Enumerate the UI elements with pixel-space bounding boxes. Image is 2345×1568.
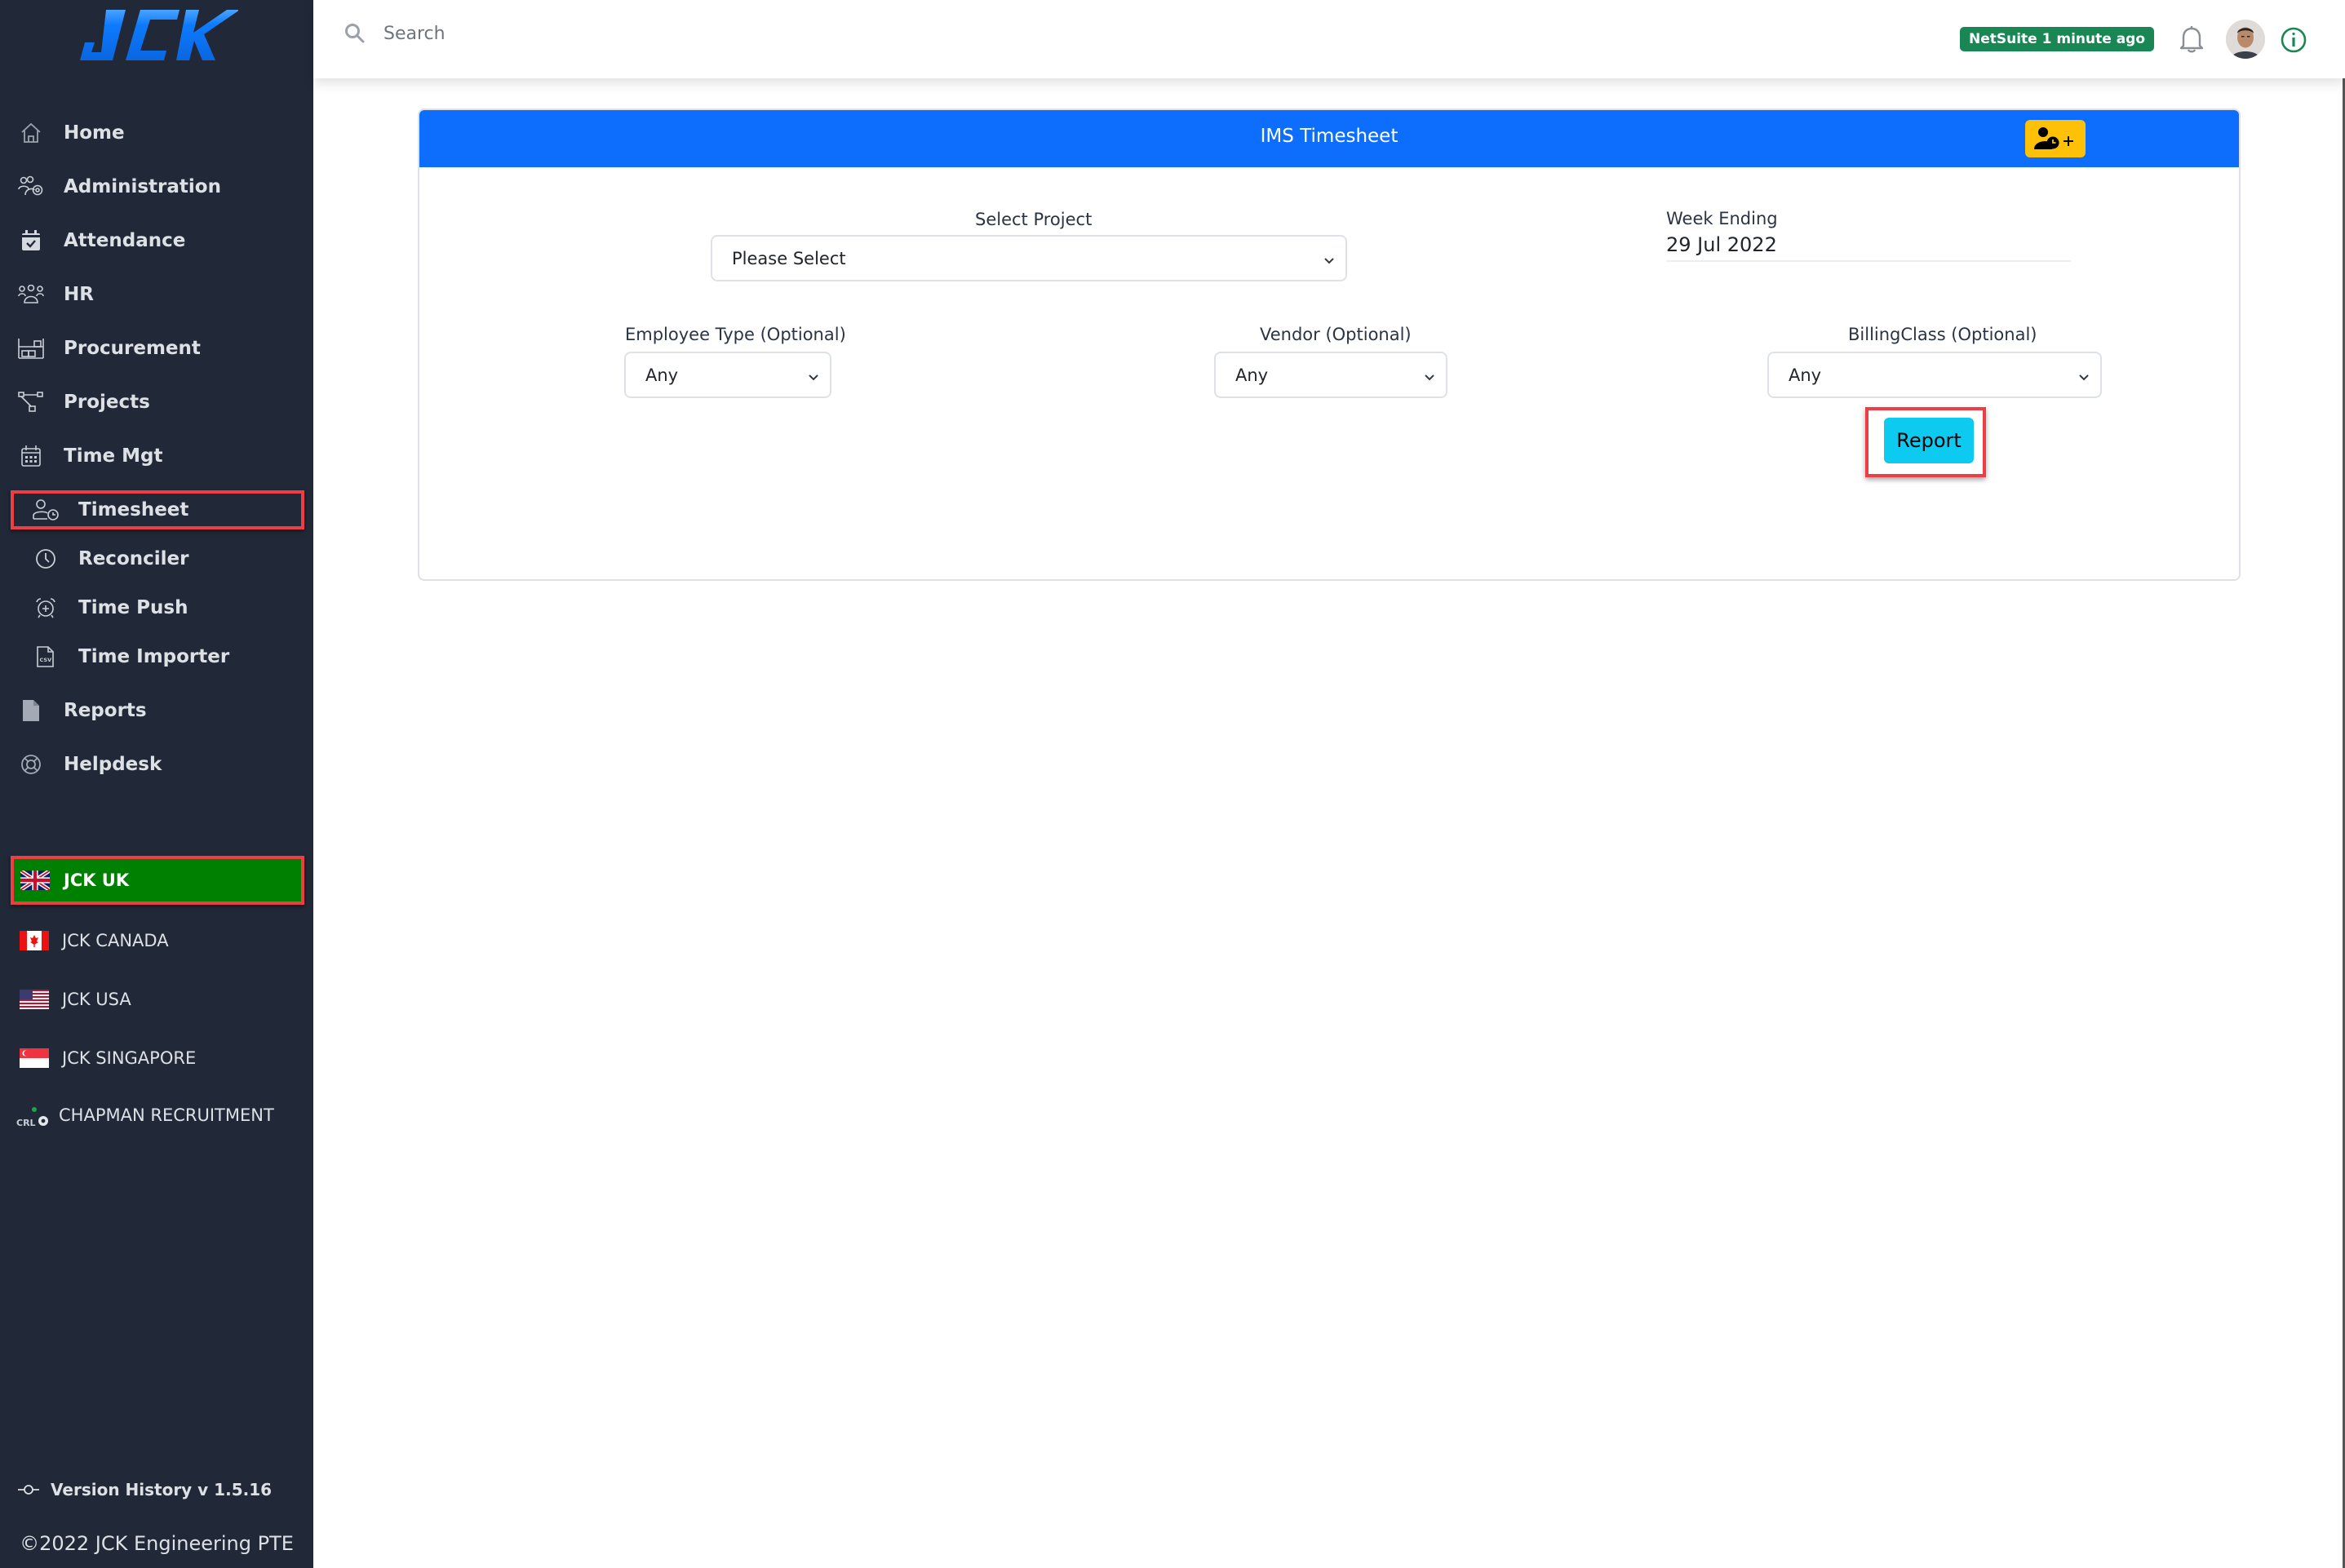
users-gear-icon [18,174,44,200]
clock-icon [33,546,59,572]
sidebar-item-attendance[interactable]: Attendance [0,220,313,261]
sidebar: Home Administration Attendance HR Procur… [0,0,313,1568]
chevron-down-icon [807,368,820,388]
warehouse-icon [18,335,44,361]
sidebar-item-label: Reconciler [78,548,189,569]
sidebar-item-reconciler[interactable]: Reconciler [0,538,313,579]
sidebar-item-label: Timesheet [78,499,189,520]
sidebar-item-label: Home [64,122,125,144]
crl-logo-icon: CRL [16,1105,48,1128]
uk-flag-icon [19,869,51,892]
sidebar-item-label: HR [64,284,94,305]
user-clock-icon [33,497,59,523]
jck-logo[interactable] [75,7,240,65]
diagram-icon [18,389,44,415]
sidebar-item-hr[interactable]: HR [0,274,313,315]
billing-class-select[interactable]: Any [1767,352,2102,398]
search-icon[interactable] [344,23,366,44]
calendar-icon [18,443,44,469]
chevron-down-icon [1423,368,1436,388]
billing-class-value: Any [1789,365,1822,385]
chevron-down-icon [2077,368,2090,388]
calendar-check-icon [18,228,44,254]
svg-text:CRL: CRL [16,1118,36,1128]
info-icon[interactable] [2280,26,2307,57]
week-ending-value[interactable]: 29 Jul 2022 [1666,233,1777,256]
sidebar-item-label: Attendance [64,230,186,251]
ims-timesheet-card: IMS Timesheet Select Project Please Sele… [418,109,2241,581]
region-jck-canada[interactable]: JCK CANADA [0,916,313,965]
people-icon [18,281,44,308]
sidebar-item-procurement[interactable]: Procurement [0,328,313,369]
file-icon [18,698,44,724]
vendor-select[interactable]: Any [1214,352,1447,398]
sidebar-item-label: Reports [64,700,147,721]
report-button[interactable]: Report [1884,418,1974,463]
region-jck-uk[interactable]: JCK UK [11,856,304,905]
sidebar-item-label: Helpdesk [64,754,162,775]
search-bar [344,23,873,44]
region-label: JCK CANADA [62,931,169,950]
version-history-link[interactable]: Version History v 1.5.16 [18,1480,272,1499]
region-label: JCK SINGAPORE [62,1048,197,1068]
home-icon [18,120,44,146]
region-jck-singapore[interactable]: JCK SINGAPORE [0,1034,313,1083]
commit-icon [18,1484,39,1495]
region-label: CHAPMAN RECRUITMENT [59,1105,274,1125]
netsuite-sync-badge: NetSuite 1 minute ago [1960,27,2155,51]
sidebar-item-administration[interactable]: Administration [0,166,313,207]
vendor-value: Any [1235,365,1269,385]
billing-class-label: BillingClass (Optional) [1848,325,2037,344]
user-clock-plus-icon [2034,126,2077,151]
add-user-time-button[interactable] [2025,120,2086,157]
usa-flag-icon [20,990,49,1009]
search-input[interactable] [383,23,873,44]
csv-file-icon: CSV [33,644,59,670]
employee-type-value: Any [645,365,679,385]
sidebar-item-reports[interactable]: Reports [0,690,313,731]
canada-flag-icon [20,931,49,950]
week-ending-label: Week Ending [1666,209,1778,228]
employee-type-label: Employee Type (Optional) [625,325,846,344]
sidebar-item-label: Projects [64,392,150,413]
sidebar-item-label: Time Importer [78,646,230,667]
singapore-flag-icon [20,1048,49,1068]
alarm-plus-icon [33,595,59,621]
sidebar-item-label: Time Push [78,597,188,618]
card-title: IMS Timesheet [1260,126,1399,147]
lifebuoy-icon [18,751,44,777]
sidebar-item-time-push[interactable]: Time Push [0,587,313,628]
region-chapman-recruitment[interactable]: CRL CHAPMAN RECRUITMENT [0,1091,313,1140]
topbar: NetSuite 1 minute ago [313,0,2345,78]
region-jck-usa[interactable]: JCK USA [0,975,313,1024]
card-header: IMS Timesheet [419,110,2239,167]
sidebar-item-home[interactable]: Home [0,113,313,153]
sidebar-item-label: Administration [64,176,221,197]
svg-text:CSV: CSV [40,657,52,663]
sidebar-item-projects[interactable]: Projects [0,382,313,423]
copyright: ©2022 JCK Engineering PTE [20,1532,294,1555]
sidebar-item-helpdesk[interactable]: Helpdesk [0,744,313,785]
chevron-down-icon [1323,251,1336,271]
employee-type-select[interactable]: Any [624,352,831,398]
sidebar-item-label: Time Mgt [64,445,163,467]
project-select-value: Please Select [732,248,846,268]
sidebar-item-timesheet[interactable]: Timesheet [0,489,313,530]
week-ending-underline [1666,260,2071,262]
user-avatar[interactable] [2226,20,2265,59]
sidebar-item-time-importer[interactable]: CSV Time Importer [0,636,313,677]
vendor-label: Vendor (Optional) [1260,325,1412,344]
project-label: Select Project [975,210,1093,229]
sidebar-item-label: Procurement [64,338,201,359]
version-label: Version History v 1.5.16 [51,1480,273,1499]
bell-icon[interactable] [2179,24,2205,57]
region-label: JCK UK [64,870,130,890]
sidebar-item-time-mgt[interactable]: Time Mgt [0,436,313,476]
project-select[interactable]: Please Select [711,235,1347,281]
region-label: JCK USA [62,990,131,1009]
